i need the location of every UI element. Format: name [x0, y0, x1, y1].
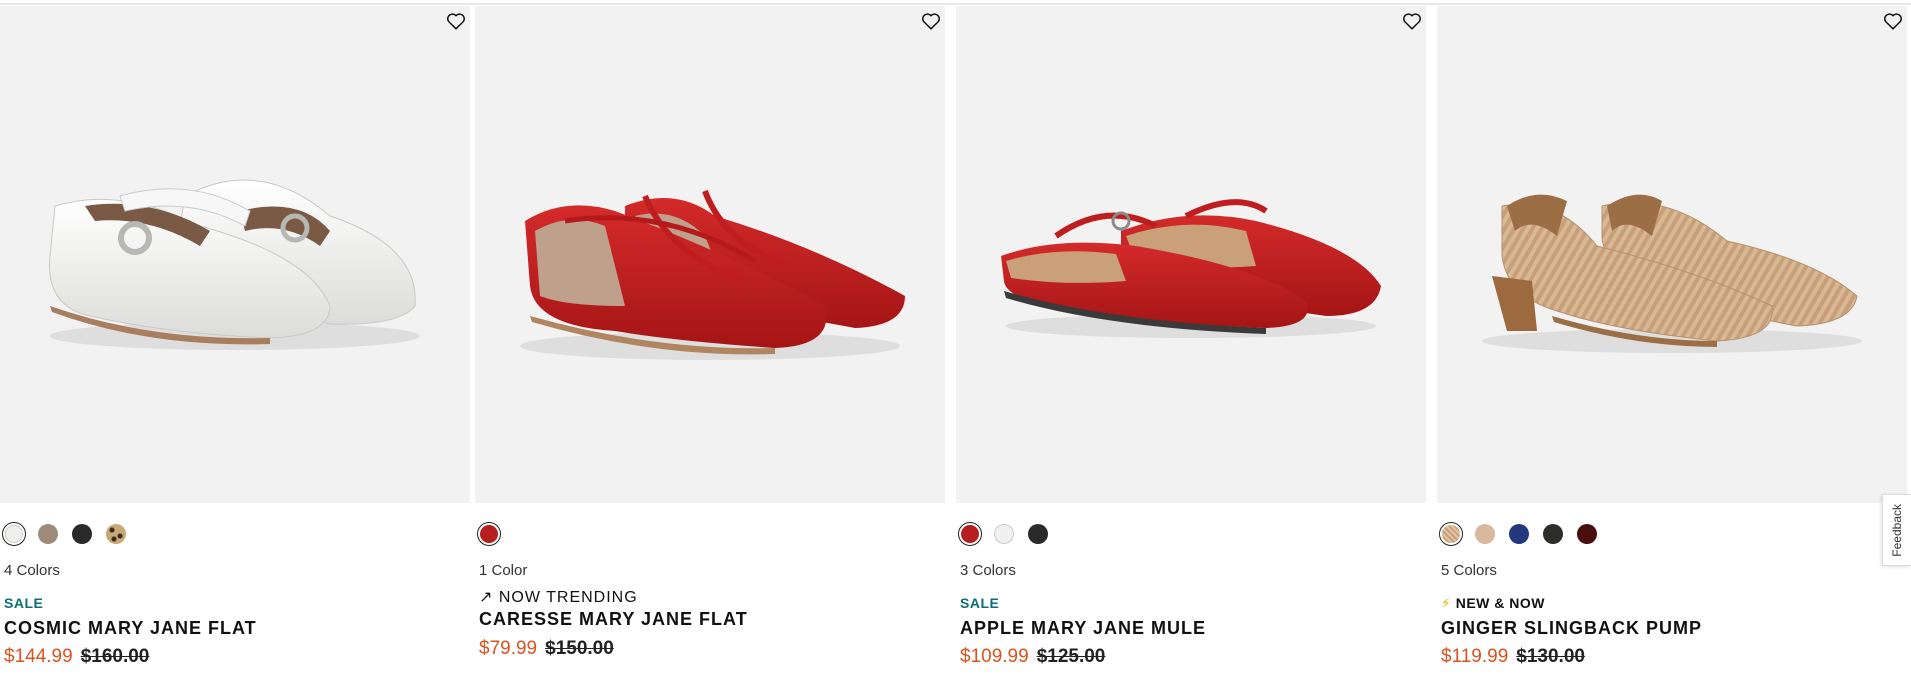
- product-image[interactable]: [1437, 6, 1907, 503]
- original-price: $125.00: [1036, 646, 1106, 667]
- color-swatches: [958, 522, 1050, 550]
- color-count: 1 Color: [479, 562, 528, 579]
- color-swatch[interactable]: [992, 522, 1016, 546]
- wishlist-heart-icon[interactable]: [1401, 10, 1423, 32]
- color-swatch[interactable]: [958, 522, 982, 546]
- product-name-link[interactable]: COSMIC MARY JANE FLAT: [4, 618, 257, 639]
- color-swatch[interactable]: [1473, 522, 1497, 546]
- color-swatch[interactable]: [104, 522, 128, 546]
- sale-badge: SALE: [960, 595, 1000, 611]
- trending-badge: ↗ NOW TRENDING: [479, 589, 638, 606]
- product-card[interactable]: 5 Colors ⚡ NEW & NOW GINGER SLINGBACK PU…: [1437, 6, 1907, 687]
- sale-price: $144.99: [4, 646, 73, 667]
- color-count: 3 Colors: [960, 562, 1016, 579]
- price-row: $109.99 $125.00: [960, 646, 1105, 668]
- color-swatch[interactable]: [1026, 522, 1050, 546]
- price-row: $119.99 $130.00: [1441, 646, 1585, 668]
- color-swatches: [2, 522, 128, 550]
- sale-price: $79.99: [479, 638, 538, 659]
- color-swatch[interactable]: [70, 522, 94, 546]
- top-divider: [0, 3, 1911, 5]
- sale-badge: SALE: [4, 595, 44, 611]
- product-grid: 4 Colors SALE COSMIC MARY JANE FLAT $144…: [0, 6, 1911, 687]
- price-row: $79.99 $150.00: [479, 638, 614, 660]
- wishlist-heart-icon[interactable]: [445, 10, 467, 32]
- color-swatches: [1439, 522, 1599, 550]
- product-image[interactable]: [956, 6, 1426, 503]
- color-swatches: [477, 522, 501, 550]
- color-count: 5 Colors: [1441, 562, 1497, 579]
- lightning-bolt-icon: ⚡: [1441, 595, 1452, 611]
- product-name-link[interactable]: CARESSE MARY JANE FLAT: [479, 609, 748, 630]
- product-name-link[interactable]: APPLE MARY JANE MULE: [960, 618, 1206, 639]
- product-image[interactable]: [0, 6, 470, 503]
- product-card[interactable]: 1 Color ↗ NOW TRENDING CARESSE MARY JANE…: [475, 6, 945, 687]
- color-swatch[interactable]: [36, 522, 60, 546]
- wishlist-heart-icon[interactable]: [920, 10, 942, 32]
- original-price: $160.00: [80, 646, 150, 667]
- trending-arrow-icon: ↗: [479, 589, 494, 606]
- red-mary-jane-mule-image: [1001, 199, 1381, 338]
- color-swatch[interactable]: [1541, 522, 1565, 546]
- sale-price: $109.99: [960, 646, 1029, 667]
- new-badge: ⚡ NEW & NOW: [1441, 595, 1545, 611]
- feedback-label: Feedback: [1890, 503, 1904, 557]
- original-price: $130.00: [1516, 646, 1585, 667]
- product-card[interactable]: 3 Colors SALE APPLE MARY JANE MULE $109.…: [956, 6, 1426, 687]
- color-swatch[interactable]: [2, 522, 26, 546]
- product-image[interactable]: [475, 6, 945, 503]
- original-price: $150.00: [545, 638, 614, 659]
- wishlist-heart-icon[interactable]: [1882, 10, 1904, 32]
- color-count: 4 Colors: [4, 562, 60, 579]
- price-row: $144.99 $160.00: [4, 646, 149, 668]
- product-card[interactable]: 4 Colors SALE COSMIC MARY JANE FLAT $144…: [0, 6, 470, 687]
- white-mary-jane-flat-image: [49, 179, 420, 350]
- color-swatch[interactable]: [477, 522, 501, 546]
- product-name-link[interactable]: GINGER SLINGBACK PUMP: [1441, 618, 1702, 639]
- red-t-strap-flat-image: [520, 189, 905, 360]
- sale-price: $119.99: [1441, 646, 1509, 667]
- color-swatch[interactable]: [1575, 522, 1599, 546]
- color-swatch[interactable]: [1439, 522, 1463, 546]
- raffia-slingback-pump-image: [1482, 194, 1862, 353]
- feedback-tab[interactable]: Feedback: [1882, 494, 1911, 566]
- color-swatch[interactable]: [1507, 522, 1531, 546]
